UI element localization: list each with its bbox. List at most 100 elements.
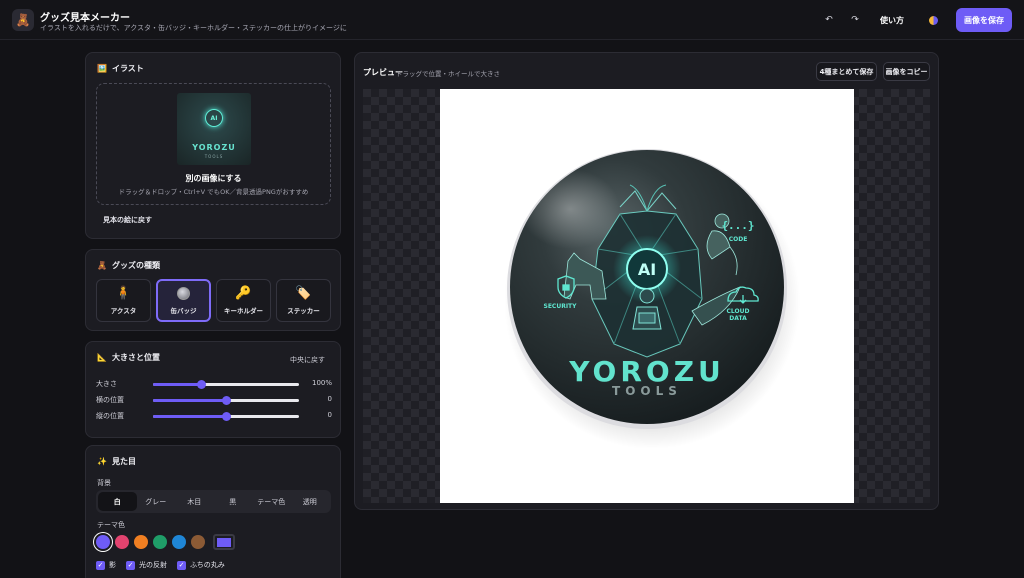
save-all-four-button[interactable]: 4種まとめて保存 — [816, 62, 877, 81]
size-position-panel: 📐 大きさと位置 中央に戻す 大きさ 100% 横の位置 0 縦の位置 0 — [85, 341, 341, 438]
x-position-slider[interactable] — [153, 396, 299, 405]
custom-color-chip — [217, 537, 231, 547]
color-swatch-orange[interactable] — [134, 535, 148, 549]
how-to-button[interactable]: 使い方 — [876, 12, 908, 28]
appearance-heading: ✨ 見た目 — [97, 456, 136, 467]
picture-icon: 🖼️ — [97, 64, 107, 73]
rounded-edge-checkbox[interactable]: ✓ ふちの丸み — [177, 560, 225, 570]
checkbox-label: ふちの丸み — [190, 561, 225, 569]
goods-type-options: 🧍 アクスタ 缶バッジ 🔑 キーホルダー 🏷️ ステッカー — [96, 279, 331, 322]
slider-label: 縦の位置 — [96, 412, 124, 420]
color-swatch-pink[interactable] — [115, 535, 129, 549]
preview-paper-white: AI {...} CODE SECURITY CLOUD DATA YOROZU… — [440, 89, 854, 503]
redo-icon[interactable]: ↷ — [848, 12, 862, 28]
bear-icon: 🧸 — [97, 261, 107, 270]
goods-type-label: アクスタ — [110, 307, 137, 315]
theme-half-icon — [928, 15, 938, 25]
code-braces-icon: {...} — [721, 219, 754, 232]
image-dropzone[interactable]: AI YOROZU TOOLS 別の画像にする ドラッグ＆ドロップ・Ctrl+V… — [96, 83, 331, 205]
slider-value: 0 — [327, 411, 332, 419]
security-label: SECURITY — [544, 303, 578, 310]
illust-panel-heading: 🖼️ イラスト — [97, 63, 144, 74]
background-label: 背景 — [97, 479, 111, 487]
theme-toggle-button[interactable] — [926, 12, 940, 28]
slider-label: 大きさ — [96, 380, 117, 388]
preview-panel: プレビュー ドラッグで位置・ホイールで大きさ 4種まとめて保存 画像をコピー A… — [354, 52, 939, 510]
checkbox-label: 影 — [109, 561, 116, 569]
app-subtitle: イラストを入れるだけで、アクスタ・缶バッジ・キーホルダー・ステッカーの仕上がりイ… — [40, 24, 347, 32]
preview-canvas[interactable]: AI {...} CODE SECURITY CLOUD DATA YOROZU… — [363, 89, 930, 503]
code-label: CODE — [729, 236, 748, 243]
bg-option-theme[interactable]: テーマ色 — [252, 492, 291, 511]
bg-option-gray[interactable]: グレー — [137, 492, 176, 511]
app-title: グッズ見本メーカー — [40, 13, 130, 24]
cloud-label-line1: CLOUD — [727, 308, 750, 315]
slider-fill — [153, 415, 226, 418]
slider-handle[interactable] — [222, 396, 231, 405]
size-slider-row: 大きさ 100% — [96, 378, 332, 390]
goods-type-heading: 🧸 グッズの種類 — [97, 260, 160, 271]
illust-panel-title: イラスト — [111, 64, 144, 73]
theme-color-swatches — [96, 534, 235, 550]
dropzone-hint: ドラッグ＆ドロップ・Ctrl+V でもOK／背景透過PNGがおすすめ — [118, 188, 309, 196]
bg-option-white[interactable]: 白 — [98, 492, 137, 511]
standing-figure-icon: 🧍 — [115, 286, 132, 301]
appearance-title: 見た目 — [111, 457, 136, 466]
badge-icon — [177, 286, 190, 301]
appearance-checkboxes: ✓ 影 ✓ 光の反射 ✓ ふちの丸み — [96, 560, 225, 570]
key-icon: 🔑 — [235, 286, 252, 301]
image-thumbnail: AI YOROZU TOOLS — [177, 93, 251, 165]
goods-type-keychain[interactable]: 🔑 キーホルダー — [216, 279, 271, 322]
goods-type-panel: 🧸 グッズの種類 🧍 アクスタ 缶バッジ 🔑 キーホルダー 🏷️ ステッカー — [85, 249, 341, 331]
goods-type-title: グッズの種類 — [111, 261, 160, 270]
bg-option-wood[interactable]: 木目 — [175, 492, 214, 511]
x-position-slider-row: 横の位置 0 — [96, 394, 332, 406]
checkbox-label: 光の反射 — [139, 561, 167, 569]
goods-type-sticker[interactable]: 🏷️ ステッカー — [276, 279, 331, 322]
thumb-sub: TOOLS — [204, 154, 224, 159]
size-position-heading: 📐 大きさと位置 — [97, 352, 160, 363]
goods-type-can-badge[interactable]: 缶バッジ — [156, 279, 211, 322]
change-image-label[interactable]: 別の画像にする — [97, 173, 330, 184]
color-swatch-blue[interactable] — [172, 535, 186, 549]
tag-icon: 🏷️ — [295, 286, 312, 301]
can-badge-mockup[interactable]: AI {...} CODE SECURITY CLOUD DATA YOROZU… — [440, 89, 854, 503]
goods-type-label: 缶バッジ — [170, 307, 197, 315]
background-segmented-control: 白 グレー 木目 黒 テーマ色 透明 — [96, 490, 331, 513]
preview-hint: ドラッグで位置・ホイールで大きさ — [396, 70, 500, 78]
save-image-button[interactable]: 画像を保存 — [956, 8, 1012, 32]
goods-type-label: キーホルダー — [224, 307, 263, 315]
illust-panel: 🖼️ イラスト AI YOROZU TOOLS 別の画像にする ドラッグ＆ドロッ… — [85, 52, 341, 239]
thumb-name: YOROZU — [192, 143, 236, 152]
slider-value: 0 — [327, 395, 332, 403]
app-logo: 🧸 — [12, 9, 34, 31]
color-swatch-green[interactable] — [153, 535, 167, 549]
slider-handle[interactable] — [222, 412, 231, 421]
shadow-checkbox[interactable]: ✓ 影 — [96, 560, 116, 570]
bg-option-transparent[interactable]: 透明 — [291, 492, 330, 511]
reset-sample-button[interactable]: 見本の絵に戻す — [103, 215, 152, 225]
slider-value: 100% — [311, 379, 332, 387]
center-reset-button[interactable]: 中央に戻す — [290, 355, 325, 365]
size-slider[interactable] — [153, 380, 299, 389]
checkmark-icon: ✓ — [177, 560, 186, 570]
y-position-slider[interactable] — [153, 412, 299, 421]
bg-option-black[interactable]: 黒 — [214, 492, 253, 511]
theme-color-label: テーマ色 — [97, 521, 125, 529]
color-swatch-purple[interactable] — [96, 535, 110, 549]
copy-image-button[interactable]: 画像をコピー — [883, 62, 930, 81]
color-swatch-brown[interactable] — [191, 535, 205, 549]
app-header: 🧸 グッズ見本メーカー イラストを入れるだけで、アクスタ・缶バッジ・キーホルダー… — [0, 0, 1024, 40]
goods-type-label: ステッカー — [287, 307, 320, 315]
reflection-checkbox[interactable]: ✓ 光の反射 — [126, 560, 167, 570]
slider-handle[interactable] — [197, 380, 207, 389]
sparkle-icon: ✨ — [97, 457, 107, 466]
custom-color-picker[interactable] — [213, 534, 235, 550]
y-position-slider-row: 縦の位置 0 — [96, 410, 332, 422]
ai-core-label: AI — [638, 260, 656, 279]
slider-fill — [153, 399, 226, 402]
undo-icon[interactable]: ↶ — [822, 12, 836, 28]
thumb-ai-badge: AI — [205, 109, 223, 127]
goods-type-acrylic-stand[interactable]: 🧍 アクスタ — [96, 279, 151, 322]
badge-brand-sub: TOOLS — [612, 384, 682, 398]
